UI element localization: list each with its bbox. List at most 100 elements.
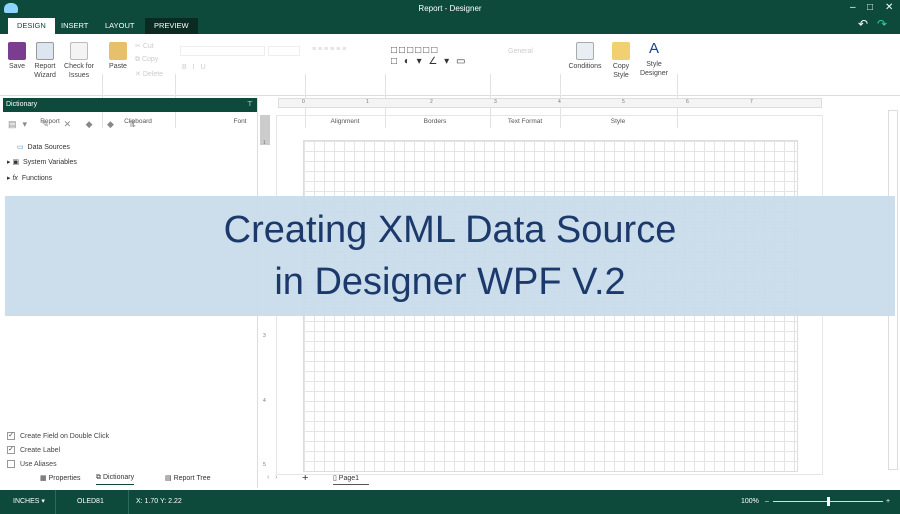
- copy-style-label-2: Style: [613, 72, 629, 79]
- tab-page1[interactable]: ▯ Page1: [333, 474, 370, 485]
- alignment-buttons[interactable]: ≡ ≡ ≡ ≡ ≡ ≡: [312, 46, 346, 53]
- tab-label: Page1: [338, 475, 360, 482]
- redo-icon[interactable]: ↷: [877, 17, 887, 31]
- tree-functions[interactable]: ▸ fx Functions: [7, 174, 52, 182]
- wizard-label: Report: [34, 63, 56, 70]
- copy-label: Copy: [141, 56, 159, 63]
- tab-layout[interactable]: LAYOUT: [96, 18, 143, 34]
- check-issues-icon: [70, 42, 88, 60]
- tree-label: Functions: [21, 175, 53, 182]
- data-sources-icon: ▭: [17, 144, 24, 151]
- border-buttons[interactable]: □□□□□□ □ ◐ ▾ ∠ ▾ ▭: [391, 45, 467, 67]
- option-label: Use Aliases: [20, 460, 57, 468]
- tab-report-tree[interactable]: ▤ Report Tree: [165, 474, 211, 482]
- units-dropdown[interactable]: INCHES ▾: [13, 490, 45, 514]
- checkbox[interactable]: ✓: [7, 446, 15, 454]
- style-designer-label: Style: [646, 61, 662, 68]
- option-label: Create Field on Double Click: [20, 432, 110, 440]
- style-designer-label-2: Designer: [639, 70, 668, 77]
- checkbox[interactable]: [7, 460, 15, 468]
- font-size-select[interactable]: [268, 46, 300, 56]
- dictionary-title: Dictionary: [6, 101, 38, 108]
- maximize-button[interactable]: □: [867, 2, 873, 13]
- option-create-field[interactable]: ✓ Create Field on Double Click: [7, 432, 109, 440]
- tab-preview[interactable]: PREVIEW: [145, 18, 198, 34]
- underline-button[interactable]: U: [201, 64, 212, 71]
- save-label: Save: [9, 63, 25, 70]
- status-bar: INCHES ▾ OLED81 X: 1.70 Y: 2.22 100% – +: [0, 490, 900, 514]
- cut-button[interactable]: ✂ Cut: [135, 42, 154, 50]
- close-button[interactable]: ✕: [885, 2, 893, 13]
- checkbox[interactable]: ✓: [7, 432, 15, 440]
- tab-insert[interactable]: INSERT: [52, 18, 97, 34]
- page-nav[interactable]: ‹ ›: [267, 474, 278, 481]
- zoom-out-button[interactable]: –: [765, 490, 769, 514]
- font-name-select[interactable]: [180, 46, 265, 56]
- divider: [128, 490, 129, 514]
- zoom-level: 100%: [741, 498, 759, 505]
- cut-label: Cut: [142, 43, 154, 50]
- paste-label: Paste: [109, 63, 127, 70]
- ruler-tick: 6: [686, 99, 689, 105]
- format-general-button[interactable]: General: [508, 48, 533, 55]
- banner-line-2: in Designer WPF V.2: [274, 261, 626, 303]
- option-use-aliases[interactable]: Use Aliases: [7, 460, 57, 468]
- save-button[interactable]: Save: [5, 42, 29, 71]
- wizard-label-2: Wizard: [34, 72, 56, 79]
- copy-button[interactable]: ⧉ Copy: [135, 56, 158, 64]
- italic-button[interactable]: I: [193, 64, 201, 71]
- pin-icon[interactable]: ⊤: [247, 98, 253, 112]
- copy-style-button[interactable]: Copy Style: [607, 42, 635, 80]
- report-wizard-button[interactable]: Report Wizard: [31, 42, 59, 80]
- window-title: Report - Designer: [418, 4, 482, 13]
- copy-style-icon: [612, 42, 630, 60]
- paste-icon: [109, 42, 127, 60]
- copy-style-label: Copy: [612, 63, 630, 70]
- dictionary-toolbar[interactable]: ▤▾ ✎ ✕ ◆ ◆ ⇅: [8, 119, 142, 130]
- tab-label: Dictionary: [102, 474, 135, 481]
- zoom-slider-thumb[interactable]: [827, 497, 830, 506]
- tab-properties[interactable]: ▦ Properties: [40, 474, 80, 482]
- conditions-icon: [576, 42, 594, 60]
- wizard-icon: [36, 42, 54, 60]
- ruler-tick: 3: [494, 99, 497, 105]
- tab-design[interactable]: DESIGN: [8, 18, 55, 34]
- ruler-tick: 4: [263, 398, 266, 404]
- ribbon: Save Report Wizard Check for Issues Report…: [0, 34, 900, 128]
- ruler-tick: 3: [263, 333, 266, 339]
- font-style-buttons[interactable]: BIU: [182, 64, 212, 71]
- delete-button[interactable]: ✕ Delete: [135, 70, 163, 78]
- zoom-in-button[interactable]: +: [886, 490, 890, 514]
- tab-dictionary[interactable]: ⧉ Dictionary: [96, 474, 135, 485]
- undo-icon[interactable]: ↶: [858, 17, 868, 31]
- conditions-label: Conditions: [568, 63, 602, 70]
- title-banner: Creating XML Data Source in Designer WPF…: [5, 196, 895, 316]
- conditions-button[interactable]: Conditions: [565, 42, 605, 71]
- option-label: Create Label: [20, 446, 61, 454]
- ruler-tick: 2: [430, 99, 433, 105]
- title-bar: Report - Designer – □ ✕ ↶ ↷ DESIGN INSER…: [0, 0, 900, 34]
- ruler-tick: 1: [366, 99, 369, 105]
- dictionary-panel-header: Dictionary ⊤: [3, 98, 257, 112]
- divider: [55, 490, 56, 514]
- check-label: Check for: [64, 63, 94, 70]
- group-font: Font: [233, 118, 247, 125]
- printer-label: OLED81: [77, 498, 104, 505]
- ruler-tick: 0: [302, 99, 305, 105]
- tree-label: System Variables: [22, 159, 77, 166]
- save-icon: [8, 42, 26, 60]
- banner-line-1: Creating XML Data Source: [223, 209, 677, 251]
- tab-label: Report Tree: [173, 475, 211, 482]
- tree-label: Data Sources: [27, 144, 70, 151]
- tab-label: Properties: [48, 475, 81, 482]
- check-issues-button[interactable]: Check for Issues: [61, 42, 97, 80]
- minimize-button[interactable]: –: [850, 2, 856, 13]
- tree-data-sources[interactable]: ▭ Data Sources: [17, 143, 70, 151]
- bold-button[interactable]: B: [182, 64, 193, 71]
- tree-system-variables[interactable]: ▸ ▣ System Variables: [7, 158, 77, 166]
- option-create-label[interactable]: ✓ Create Label: [7, 446, 60, 454]
- paste-button[interactable]: Paste: [106, 42, 130, 71]
- ruler-tick: 7: [750, 99, 753, 105]
- ruler-tick: 1: [263, 140, 266, 146]
- style-designer-button[interactable]: A Style Designer: [637, 40, 671, 78]
